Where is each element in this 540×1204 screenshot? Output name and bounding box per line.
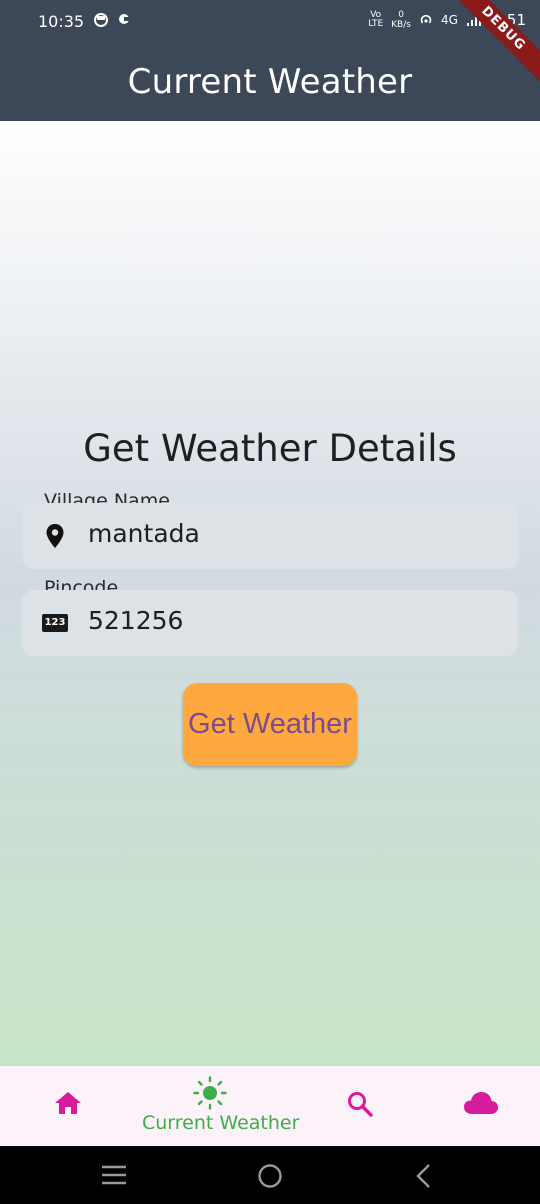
net-speed: 0 KB/s <box>391 10 411 30</box>
notification-icon <box>94 13 108 27</box>
nav-item-cloud[interactable] <box>413 1066 540 1146</box>
nav-item-current-weather[interactable]: Current Weather <box>142 1066 300 1146</box>
nav-item-home[interactable] <box>0 1066 135 1146</box>
status-time: 10:35 <box>38 12 85 31</box>
numbers-icon-text: 123 <box>42 614 68 632</box>
network-type: 4G <box>440 13 458 27</box>
village-name-value: mantada <box>88 519 200 548</box>
hotspot-icon <box>420 14 432 24</box>
net-speed-value: 0 <box>398 10 404 20</box>
net-speed-unit: KB/s <box>391 20 411 30</box>
menu-icon[interactable] <box>101 1165 127 1185</box>
get-weather-button[interactable]: Get Weather <box>183 683 357 766</box>
notification-icons <box>94 13 130 27</box>
cloud-icon <box>463 1092 498 1114</box>
search-icon <box>347 1092 373 1117</box>
form-heading: Get Weather Details <box>83 427 457 470</box>
system-navigation-bar <box>0 1146 540 1204</box>
home-icon <box>54 1092 81 1114</box>
back-icon[interactable] <box>414 1163 432 1189</box>
app-notification-icon <box>119 14 130 24</box>
nav-item-search[interactable] <box>292 1066 427 1146</box>
bottom-navigation: Current Weather <box>0 1066 540 1146</box>
home-button-icon[interactable] <box>257 1163 283 1189</box>
numbers-icon: 123 <box>42 610 68 636</box>
volte-icon: Vo LTE <box>368 10 384 29</box>
sun-icon <box>192 1076 227 1110</box>
village-name-field[interactable]: mantada <box>22 503 518 569</box>
pincode-value: 521256 <box>88 606 184 635</box>
status-bar: 10:35 Vo LTE 0 KB/s 4G 51 <box>0 0 540 46</box>
main-content: Get Weather Details Village Name mantada… <box>0 121 540 1066</box>
nav-label-current-weather: Current Weather <box>142 1112 300 1134</box>
pincode-field[interactable]: 123 521256 <box>22 590 518 656</box>
location-pin-icon <box>42 523 68 549</box>
app-title: Current Weather <box>127 62 413 102</box>
app-bar: Current Weather <box>0 46 540 121</box>
